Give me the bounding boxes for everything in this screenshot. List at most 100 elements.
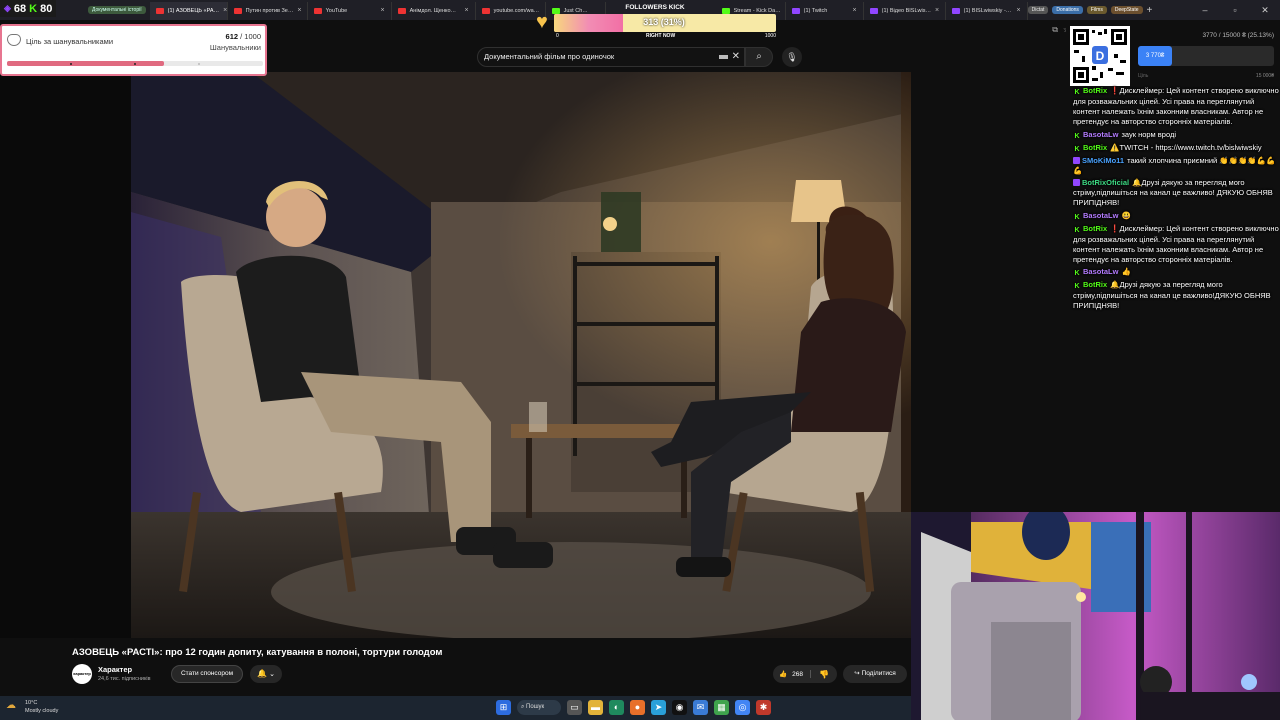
- bookmark-donations[interactable]: Donations: [1052, 6, 1083, 14]
- telegram-icon[interactable]: ➤: [651, 700, 666, 715]
- keyboard-icon[interactable]: [719, 55, 728, 59]
- thumbs-up-icon: 👍: [779, 671, 788, 678]
- chat-text: ⚠️TWITCH - https://www.twitch.tv/bislwiw…: [1110, 142, 1262, 152]
- chat-username[interactable]: BotRix: [1083, 224, 1107, 233]
- chat-message: K BotRix 🔔Друзі дякую за перегляд мого стр…: [1070, 280, 1280, 311]
- chrome-icon[interactable]: ◎: [735, 700, 750, 715]
- tab-twitch[interactable]: (1) BISLwiwskiy -… ×: [946, 1, 1028, 20]
- followers-kick-widget: ♥ FOLLOWERS KICK 313 (31%) 0 RIGHT NOW 1…: [536, 2, 776, 42]
- followers-max: 1000: [764, 33, 776, 39]
- subscriber-count: 24,6 тис. підписників: [98, 676, 151, 682]
- window-controls: – ▫ ✕: [1190, 0, 1280, 20]
- firefox-icon[interactable]: ●: [630, 700, 645, 715]
- chat-message: K BasotaLw 👍: [1070, 267, 1280, 278]
- close-tab-icon[interactable]: ×: [853, 7, 857, 14]
- subscriber-badge-icon: [1073, 179, 1080, 187]
- share-button[interactable]: ↪ Поділитися: [843, 665, 907, 683]
- weather-icon[interactable]: ☁: [6, 700, 22, 714]
- close-tab-icon[interactable]: ×: [381, 7, 385, 14]
- search-button[interactable]: ⌕: [745, 47, 773, 67]
- close-tab-icon[interactable]: ×: [1017, 7, 1021, 14]
- like-count: 268: [792, 670, 803, 678]
- tab-group-pill[interactable]: Документальні історії: [88, 6, 146, 14]
- chat-username[interactable]: BasotaLw: [1083, 267, 1118, 276]
- tab-active-video[interactable]: (1) АЗОВЕЦЬ «РА… ×: [149, 1, 228, 20]
- close-tab-icon[interactable]: ×: [297, 7, 301, 14]
- tab-twitch[interactable]: (1) Twitch ×: [786, 1, 864, 20]
- screen: Документальні історії (1) АЗОВЕЦЬ «РА… × …: [0, 0, 1280, 720]
- chat-message: SMoKiMo11 такий хлопчина приємний 👏👏👏👏💪💪💪: [1070, 156, 1280, 176]
- donation-target: 15 000₴: [1255, 73, 1274, 79]
- subscriber-badge-icon: [1073, 156, 1080, 164]
- microphone-icon: 🎙: [786, 52, 798, 62]
- chat-username[interactable]: BasotaLw: [1083, 130, 1118, 139]
- close-tab-icon[interactable]: ×: [935, 7, 939, 14]
- chat-message: K BotRix ⚠️TWITCH - https://www.twitch.tv/…: [1070, 143, 1280, 154]
- app-icon[interactable]: ✱: [756, 700, 771, 715]
- goal-target: / 1000: [240, 32, 261, 41]
- channel-name[interactable]: Характер: [98, 665, 132, 674]
- like-dislike-group: 👍 268 👎: [773, 665, 837, 683]
- maximize-icon[interactable]: ▫: [1220, 0, 1250, 20]
- sponsor-button[interactable]: Стати спонсором: [171, 665, 243, 683]
- tab-youtube[interactable]: YouTube ×: [308, 1, 392, 20]
- bookmark-dictat[interactable]: Dictat: [1027, 6, 1049, 14]
- share-icon: ↪: [854, 670, 860, 677]
- obs-icon[interactable]: ◉: [672, 700, 687, 715]
- tab-youtube[interactable]: Анімдол. Щенко… ×: [392, 1, 476, 20]
- chat-username[interactable]: BotRixOficial: [1082, 178, 1129, 187]
- followers-kick-value: 313 (31%): [643, 17, 685, 27]
- windows-start-icon[interactable]: ⊞: [496, 700, 511, 715]
- like-button[interactable]: 👍 268: [773, 670, 811, 678]
- close-tab-icon[interactable]: ×: [223, 7, 227, 14]
- chat-username[interactable]: SMoKiMo11: [1082, 156, 1124, 165]
- bookmark-films[interactable]: Films: [1086, 6, 1107, 14]
- chat-username[interactable]: BasotaLw: [1083, 211, 1118, 220]
- twitch-icon: [951, 7, 960, 14]
- app-icon[interactable]: ▦: [714, 700, 729, 715]
- youtube-icon: [313, 7, 322, 14]
- voice-search-button[interactable]: 🎙: [782, 47, 802, 67]
- close-window-icon[interactable]: ✕: [1250, 0, 1280, 20]
- twitch-icon: [791, 7, 800, 14]
- video-frame: [131, 72, 911, 638]
- dislike-button[interactable]: 👎: [811, 670, 837, 679]
- taskbar-icons: ⊞ ⌕ Пошук ▭ ▬ ◐ ● ➤ ◉ ✉ ▦ ◎ ✱: [496, 700, 771, 715]
- video-player[interactable]: [131, 72, 911, 638]
- twitch-icon: [869, 7, 878, 14]
- kick-badge-icon: K: [1074, 226, 1080, 234]
- channel-avatar[interactable]: характер: [72, 664, 92, 684]
- file-explorer-icon[interactable]: ▬: [588, 700, 603, 715]
- bookmark-deepstate[interactable]: DeepState: [1110, 6, 1143, 14]
- task-view-icon[interactable]: ▭: [567, 700, 582, 715]
- followers-kick-title: FOLLOWERS KICK: [625, 4, 685, 11]
- notification-bell-button[interactable]: 🔔 ⌄: [250, 665, 282, 683]
- chat-message: K BotRix ❗Дисклеймер: Цей контент створено…: [1070, 224, 1280, 266]
- tab-twitch[interactable]: (1) Відео BISLwis… ×: [864, 1, 946, 20]
- taskbar-search[interactable]: ⌕ Пошук: [517, 700, 561, 715]
- svg-text:D: D: [1096, 49, 1105, 63]
- goal-label: Шанувальники: [209, 43, 261, 52]
- tab-youtube[interactable]: Путин против Зе… ×: [228, 1, 308, 20]
- edge-icon[interactable]: ◐: [609, 700, 624, 715]
- chat-overlay: K BotRix ❗Дисклеймер: Цей контент створено…: [1070, 86, 1280, 366]
- chat-username[interactable]: BotRix: [1083, 86, 1107, 95]
- kick-badge-icon: K: [1074, 213, 1080, 221]
- share-label: Поділитися: [861, 670, 896, 677]
- twitch-viewer-count: 68: [13, 2, 27, 15]
- kick-badge-icon: K: [1074, 89, 1080, 96]
- chat-username[interactable]: BotRix: [1083, 280, 1107, 289]
- chat-text: 😃: [1121, 210, 1131, 220]
- goal-progress-track: [7, 61, 263, 66]
- donation-current-label: Ціль: [1138, 73, 1149, 79]
- video-title: АЗОВЕЦЬ «РАСТІ»: про 12 годин допиту, ка…: [72, 647, 443, 658]
- new-tab-button[interactable]: +: [1147, 5, 1153, 16]
- extension-icon[interactable]: ⧉: [1052, 25, 1058, 35]
- app-icon[interactable]: ✉: [693, 700, 708, 715]
- donation-progress-track: 3 770₴: [1138, 46, 1274, 66]
- minimize-icon[interactable]: –: [1190, 0, 1220, 20]
- search-input[interactable]: Документальний фільм про одиночок ✕: [477, 47, 745, 67]
- close-tab-icon[interactable]: ×: [465, 7, 469, 14]
- clear-search-icon[interactable]: ✕: [732, 48, 740, 66]
- chat-username[interactable]: BotRix: [1083, 143, 1107, 152]
